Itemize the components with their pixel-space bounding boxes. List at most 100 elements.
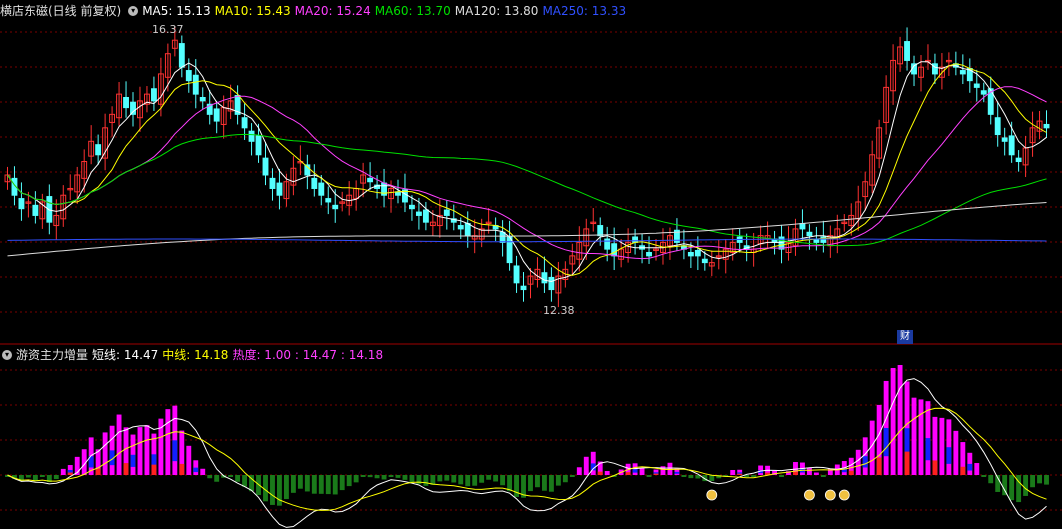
indicator-bar	[500, 475, 506, 486]
indicator-bar	[946, 447, 952, 464]
candle-body	[694, 249, 701, 257]
indicator-bar	[813, 472, 819, 475]
indicator-legend: ▾ 游资主力增量 短线: 14.47 中线: 14.18 热度: 1.00 : …	[0, 346, 387, 364]
indicator-bar	[883, 427, 889, 457]
indicator-bar	[960, 466, 966, 475]
low-price-label: 12.38	[543, 304, 575, 317]
indicator-bar	[451, 475, 457, 483]
indicator-bar	[925, 401, 931, 475]
indicator-bar	[130, 434, 136, 475]
indicator-bar	[541, 475, 547, 491]
indicator-bar	[876, 457, 882, 475]
candle-body	[541, 272, 548, 284]
indicator-bar	[465, 475, 471, 487]
indicator-bar	[632, 469, 638, 473]
indicator-bar	[555, 475, 561, 486]
indicator-bar	[332, 475, 338, 495]
indicator-bar	[681, 475, 687, 477]
candle-body	[597, 225, 604, 237]
indicator-bar	[151, 464, 157, 475]
ma5-label: MA5: 15.13	[142, 4, 211, 18]
candle-body	[150, 88, 157, 102]
indicator-bar	[381, 475, 387, 480]
indicator-bar	[60, 468, 66, 475]
indicator-bar	[325, 475, 331, 495]
ma60-line	[7, 133, 1047, 247]
candle-body	[262, 157, 269, 176]
indicator-bar	[409, 475, 415, 482]
indicator-title[interactable]: 游资主力增量	[16, 346, 88, 364]
indicator-bar	[751, 475, 757, 477]
stock-chart-window: 横店东磁(日线 前复权) ▾ MA5: 15.13 MA10: 15.43 MA…	[0, 0, 1062, 529]
indicator-bar	[311, 475, 317, 494]
indicator-bar	[688, 475, 694, 479]
indicator-bar	[918, 399, 924, 475]
indicator-bar	[137, 427, 143, 475]
candle-body	[959, 70, 966, 75]
indicator-bar	[793, 471, 798, 475]
indicator-bar	[179, 463, 185, 475]
candle-body	[269, 177, 276, 189]
indicator-bar	[1002, 475, 1008, 496]
candle-body	[311, 177, 318, 189]
short-line	[7, 378, 1047, 528]
candle-body	[95, 144, 102, 156]
candle-body	[276, 182, 283, 196]
indicator-bar	[290, 475, 296, 493]
indicator-bar	[1044, 475, 1049, 485]
money-bag-icon	[838, 489, 850, 501]
indicator-bar	[95, 468, 101, 475]
indicator-bar	[569, 475, 575, 477]
candle-body	[1008, 135, 1015, 156]
indicator-bar	[200, 468, 206, 475]
stock-title[interactable]: 横店东磁(日线 前复权)	[0, 2, 121, 20]
indicator-bar	[911, 397, 917, 475]
indicator-bar	[304, 475, 310, 492]
indicator-bar	[535, 475, 540, 488]
indicator-bar	[214, 475, 220, 482]
price-chart[interactable]	[0, 0, 1062, 345]
indicator-bar	[367, 475, 373, 478]
indicator-bar	[207, 475, 213, 479]
candle-body	[980, 90, 987, 95]
candle-body	[213, 108, 220, 122]
indicator-bar	[597, 471, 603, 475]
ma60-label: MA60: 13.70	[374, 4, 451, 18]
indicator-bar	[486, 475, 492, 480]
settings-icon[interactable]: ▾	[128, 6, 139, 16]
indicator-bar	[479, 475, 485, 483]
ma20-line	[7, 86, 1047, 260]
candle-body	[318, 182, 325, 196]
candle-body	[367, 177, 374, 183]
candle-body	[632, 236, 639, 243]
indicator-bar	[444, 475, 450, 481]
candle-body	[904, 41, 910, 61]
indicator-bar	[458, 475, 464, 485]
indicator-bar	[283, 475, 289, 500]
indicator-bar	[395, 475, 401, 478]
indicator-bar	[472, 475, 478, 486]
indicator-bar	[667, 462, 673, 475]
indicator-bar	[1030, 475, 1036, 488]
indicator-bar	[639, 468, 645, 475]
indicator-bar	[925, 438, 931, 461]
indicator-bar	[562, 475, 568, 483]
indicator-bar	[583, 456, 589, 475]
indicator-bar	[904, 451, 910, 475]
indicator-bar	[967, 452, 973, 475]
indicator-settings-icon[interactable]: ▾	[2, 350, 12, 360]
short-line-label: 短线: 14.47	[92, 348, 159, 362]
ma250-label: MA250: 13.33	[542, 4, 627, 18]
indicator-bar	[123, 463, 129, 475]
finance-badge[interactable]: 财	[897, 330, 913, 344]
indicator-bar	[953, 430, 959, 475]
indicator-bar	[270, 475, 275, 505]
indicator-bar	[374, 475, 380, 479]
indicator-bar	[165, 409, 171, 475]
indicator-chart[interactable]	[0, 345, 1062, 529]
candle-body	[325, 198, 332, 203]
high-price-label: 16.37	[152, 23, 184, 36]
indicator-bar	[339, 475, 345, 491]
candle-body	[241, 117, 248, 129]
indicator-bar	[674, 471, 680, 474]
